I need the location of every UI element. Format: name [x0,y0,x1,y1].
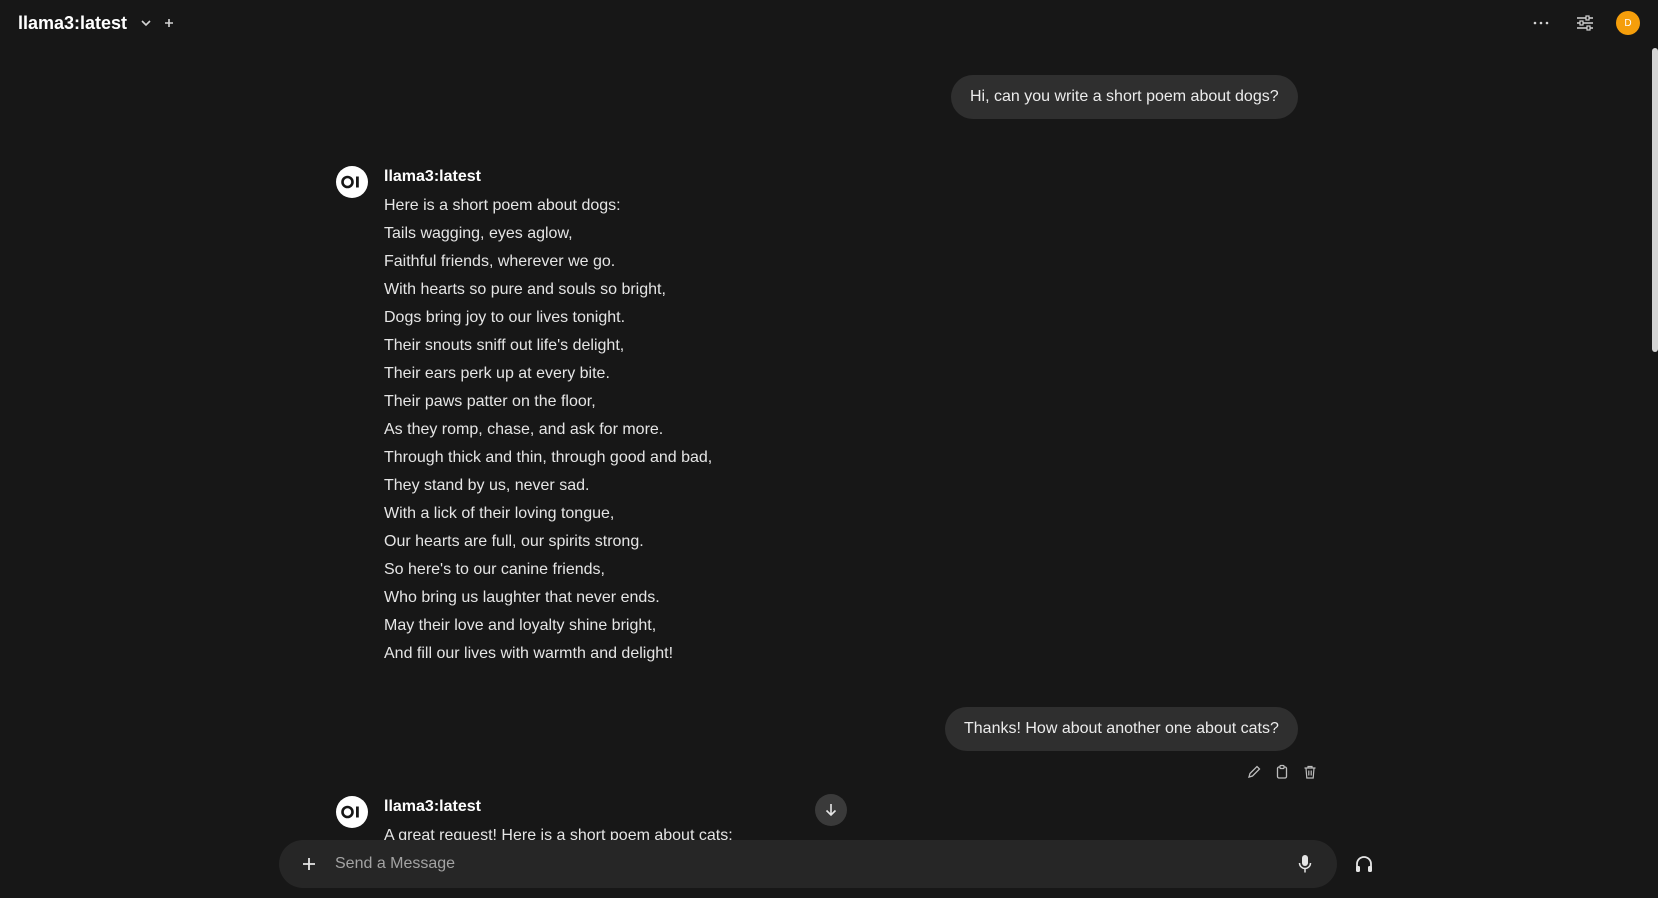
more-horizontal-icon[interactable] [1528,10,1554,36]
poem-line: Here is a short poem about dogs: [384,197,621,214]
message-actions [1244,762,1320,782]
assistant-name: llama3:latest [384,168,481,185]
message-input[interactable] [333,854,1291,874]
poem-line: Their ears perk up at every bite. [384,365,610,382]
scroll-down-button[interactable] [815,794,847,826]
chevron-down-icon[interactable] [139,16,153,30]
poem-line: May their love and loyalty shine bright, [384,617,657,634]
poem-line: Our hearts are full, our spirits strong. [384,533,644,550]
plus-icon[interactable] [161,15,177,31]
arrow-down-icon [825,804,837,817]
model-selector[interactable]: llama3:latest [18,13,153,34]
user-message: Thanks! How about another one about cats… [945,707,1298,751]
message-composer [279,840,1337,888]
poem-line: As they romp, chase, and ask for more. [384,421,664,438]
delete-icon[interactable] [1300,762,1320,782]
openwebui-logo-icon [336,796,368,828]
assistant-name: llama3:latest [384,798,481,815]
avatar[interactable]: D [1616,11,1640,35]
plus-icon[interactable] [293,848,325,880]
top-actions: D [1528,10,1640,36]
poem-line: Their paws patter on the floor, [384,393,596,410]
poem-line: Faithful friends, wherever we go. [384,253,616,270]
poem-line: And fill our lives with warmth and delig… [384,645,674,662]
poem-line: With hearts so pure and souls so bright, [384,281,666,298]
poem-line: Dogs bring joy to our lives tonight. [384,309,626,326]
poem-line: Who bring us laughter that never ends. [384,589,660,606]
chat-area: Hi, can you write a short poem about dog… [0,46,1658,898]
edit-icon[interactable] [1244,762,1264,782]
top-bar: llama3:latest D [0,0,1658,46]
poem-line: So here's to our canine friends, [384,561,605,578]
openwebui-logo-icon [336,166,368,198]
user-message: Hi, can you write a short poem about dog… [951,75,1298,119]
poem-line: Their snouts sniff out life's delight, [384,337,625,354]
assistant-text: Here is a short poem about dogs: Tails w… [384,192,712,668]
headphones-icon[interactable] [1350,850,1378,878]
poem-line: Tails wagging, eyes aglow, [384,225,573,242]
poem-line: With a lick of their loving tongue, [384,505,615,522]
sliders-icon[interactable] [1572,10,1598,36]
microphone-icon[interactable] [1291,850,1319,878]
poem-line: Through thick and thin, through good and… [384,449,713,466]
copy-icon[interactable] [1272,762,1292,782]
model-name: llama3:latest [18,12,128,33]
poem-line: They stand by us, never sad. [384,477,590,494]
